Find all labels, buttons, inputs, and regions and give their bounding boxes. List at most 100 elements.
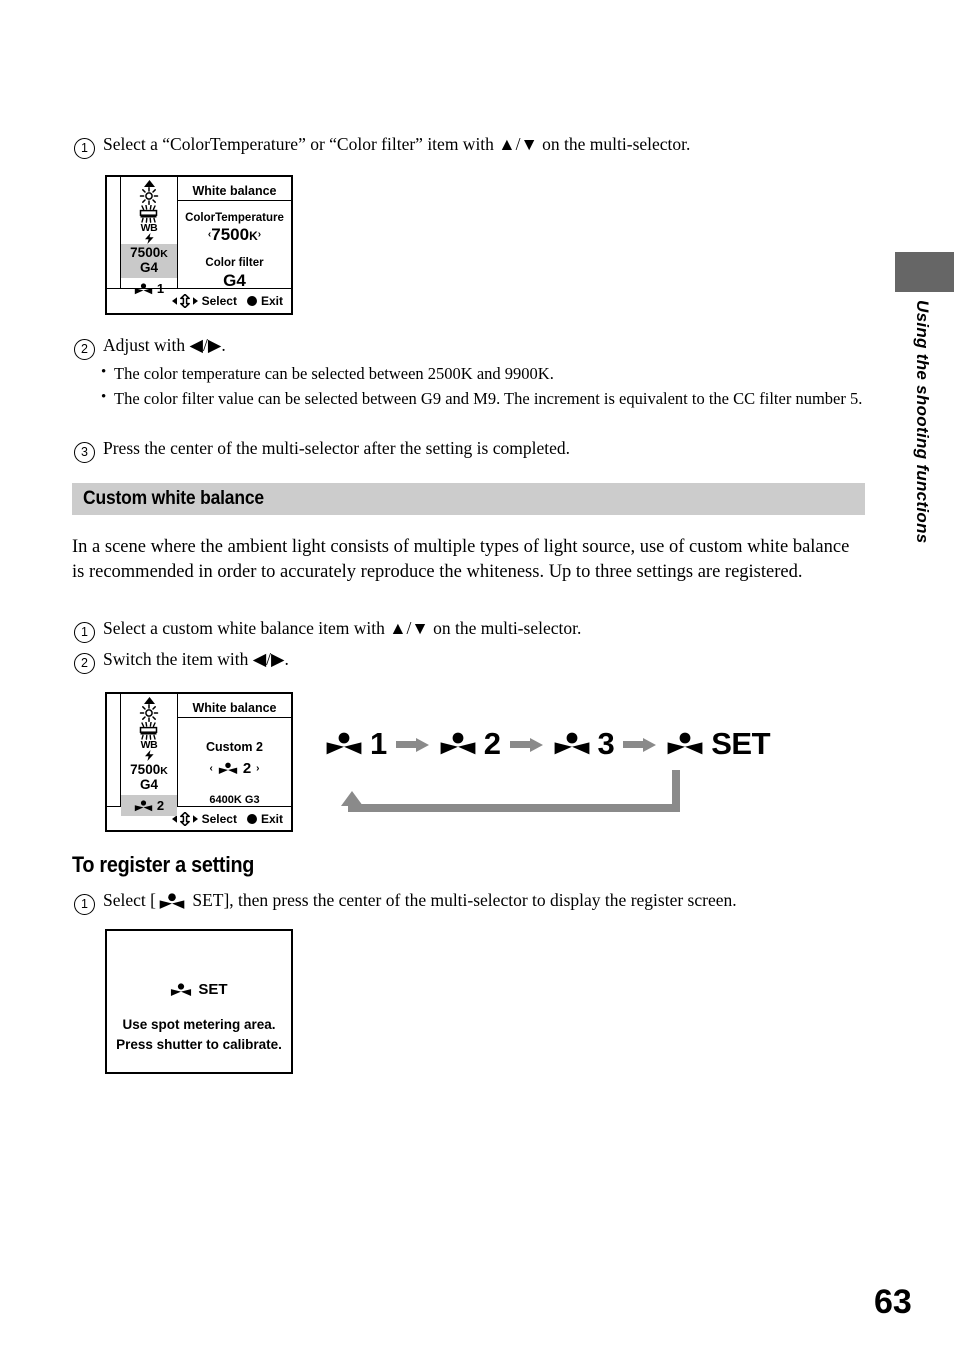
page-number: 63	[874, 1283, 912, 1321]
custom-wb-icon	[553, 732, 591, 756]
lcd-custom-wb-item: 1	[121, 278, 177, 299]
lcd-colortemp-selection-box: 7500K G4	[121, 243, 177, 279]
custom-wb-number: 2	[156, 798, 165, 814]
lcd-colortemp-chip: 7500K	[130, 244, 168, 260]
scroll-up-arrow-icon	[121, 697, 177, 704]
lcd-main-panel: White balance Custom 2 ‹ 2 › 6400K G3	[178, 694, 291, 806]
daylight-icon	[121, 704, 177, 722]
lcd-title: White balance	[178, 701, 291, 718]
center-button-icon	[246, 813, 257, 824]
step-1-select-set: 1 Select [ SET], then press the center o…	[74, 889, 874, 915]
register-set-title: SET	[107, 981, 291, 998]
fluorescent-icon	[121, 205, 177, 223]
custom-wb-icon	[170, 982, 192, 997]
lcd-colortemp-selection-box: 7500K G4	[121, 761, 177, 796]
custom-wb-icon	[666, 732, 704, 756]
step-text: Select a “ColorTemperature” or “Color fi…	[103, 134, 691, 154]
center-button-icon	[246, 296, 257, 306]
bullet-marker: •	[101, 389, 107, 405]
lcd-field1-value: ‹ 2 ›	[178, 760, 291, 777]
flow-node-2: 2	[439, 726, 501, 762]
bullet-color-temperature-range: • The color temperature can be selected …	[101, 362, 871, 385]
lcd-title: White balance	[178, 184, 291, 201]
flow-loop-back-arrow	[340, 770, 680, 812]
document-page: 1 Select a “ColorTemperature” or “Color …	[0, 0, 954, 1357]
flow-node-label: SET	[711, 726, 771, 761]
lcd-custom-wb-item: 2	[121, 795, 177, 817]
flow-arrow-icon	[509, 737, 544, 752]
flow-node-1: 1	[325, 726, 387, 762]
lcd-colorfilter-chip: G4	[139, 260, 158, 276]
bullet-marker: •	[101, 364, 107, 380]
lcd-select-label: Select	[201, 811, 237, 826]
lcd-exit-label: Exit	[260, 294, 283, 308]
lcd-field1-value: ‹7500K›	[207, 225, 262, 244]
left-adjust-arrow-icon: ‹	[209, 763, 213, 774]
loop-arrowhead-icon	[341, 791, 363, 806]
fluorescent-icon	[121, 722, 177, 740]
step-number: 1	[74, 894, 95, 915]
lcd-field2-value: G4	[223, 271, 246, 290]
step-text: Press the center of the multi-selector a…	[103, 438, 570, 458]
subheading-to-register-a-setting: To register a setting	[72, 852, 255, 877]
loop-bottom-segment	[348, 804, 673, 812]
custom-wb-paragraph: In a scene where the ambient light consi…	[72, 537, 850, 582]
custom-wb-icon	[134, 800, 153, 812]
flow-arrow-icon	[395, 737, 430, 752]
bullet-text: The color filter value can be selected b…	[114, 389, 863, 408]
step-text: Adjust with ◀/▶.	[103, 335, 226, 355]
lcd-colorfilter-chip: G4	[139, 777, 158, 793]
lcd-screen-register: SET Use spot metering area. Press shutte…	[105, 929, 293, 1074]
lcd-exit-label: Exit	[260, 811, 283, 826]
daylight-icon	[121, 187, 177, 205]
step-2-switch-item: 2 Switch the item with ◀/▶.	[74, 648, 864, 674]
lcd-icon-column: WB 7500K G4	[120, 694, 178, 817]
bullet-color-filter-range: • The color filter value can be selected…	[101, 387, 876, 410]
custom-wb-cycle-diagram: 1 2 3 SET	[325, 726, 771, 762]
step-2-adjust: 2 Adjust with ◀/▶.	[74, 334, 864, 360]
register-instruction-line-2: Press shutter to calibrate.	[116, 1036, 282, 1052]
register-set-label: SET	[198, 981, 228, 998]
step-text: Select [ SET], then press the center of …	[103, 889, 874, 913]
lcd-screen-colortemperature: WB 7500K G4 1 White balance ColorTempera…	[105, 175, 293, 315]
side-tab-label: Using the shooting functions	[913, 300, 932, 544]
register-instruction-line-1: Use spot metering area.	[122, 1017, 276, 1032]
section-heading-label: Custom white balance	[83, 488, 264, 509]
wb-flash-icon: WB	[121, 740, 177, 761]
step-text-before: Select [	[103, 890, 156, 910]
flow-node-label: 2	[483, 726, 501, 761]
custom-wb-slot-number: 2	[242, 760, 252, 777]
loop-right-segment	[672, 770, 680, 812]
lcd-field2-label: Color filter	[205, 257, 264, 269]
lcd-colortemp-chip: 7500K	[130, 761, 168, 777]
custom-wb-icon	[158, 893, 186, 910]
flow-node-3: 3	[553, 726, 615, 762]
step-text: Select a custom white balance item with …	[103, 618, 582, 638]
right-adjust-arrow-icon: ›	[256, 763, 260, 774]
lcd-icon-column: WB 7500K G4	[120, 177, 178, 296]
flow-node-label: 1	[370, 726, 387, 761]
lcd-select-label: Select	[201, 294, 237, 308]
custom-wb-icon	[218, 762, 238, 775]
section-heading-custom-white-balance: Custom white balance	[72, 483, 865, 515]
lcd-field2-value: 6400K G3	[209, 794, 260, 806]
step-3-press-center: 3 Press the center of the multi-selector…	[74, 437, 864, 463]
lcd-field1-label: Custom 2	[206, 740, 263, 754]
flow-node-label: 3	[597, 726, 615, 761]
step-1-select-custom-item: 1 Select a custom white balance item wit…	[74, 617, 864, 643]
step-number: 1	[74, 622, 95, 643]
step-number: 3	[74, 442, 95, 463]
step-text-after: SET], then press the center of the multi…	[187, 890, 737, 910]
step-1-colortemp: 1 Select a “ColorTemperature” or “Color …	[74, 133, 864, 159]
step-number: 2	[74, 339, 95, 360]
custom-wb-icon	[325, 732, 363, 756]
step-number: 2	[74, 653, 95, 674]
flow-arrow-icon	[623, 737, 657, 752]
lcd-screen-custom-white-balance: WB 7500K G4 2 White balance Custom 2 ‹ 2…	[105, 692, 293, 832]
flow-node-set: SET	[666, 726, 771, 762]
custom-wb-icon	[439, 732, 477, 756]
scroll-up-arrow-icon	[121, 180, 177, 187]
step-text: Switch the item with ◀/▶.	[103, 649, 289, 669]
side-tab-block	[895, 252, 954, 292]
lcd-main-panel: White balance ColorTemperature ‹7500K› C…	[178, 177, 291, 290]
